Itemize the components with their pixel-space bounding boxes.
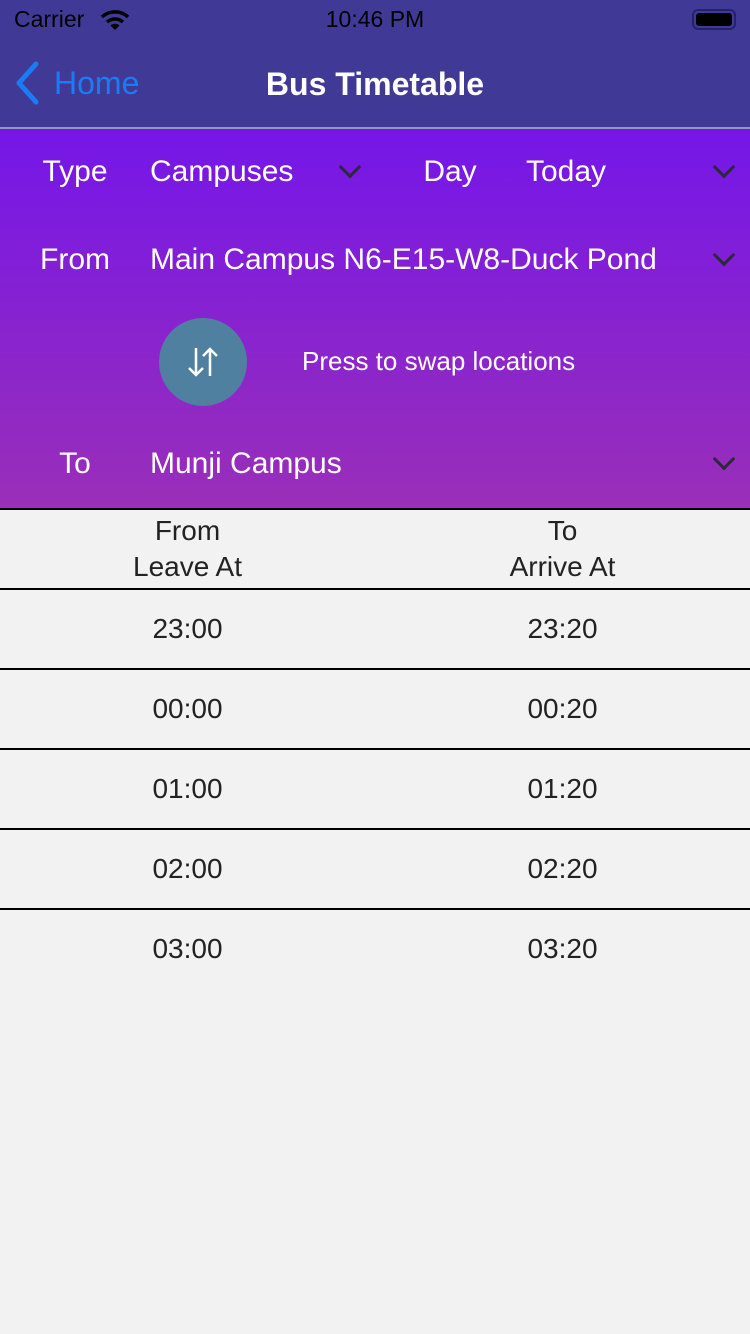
leave-time: 00:00 xyxy=(152,693,223,724)
header-arrive: To Arrive At xyxy=(375,513,750,585)
leave-time: 03:00 xyxy=(152,933,223,964)
type-value: Campuses xyxy=(150,155,294,188)
chevron-down-icon xyxy=(338,155,362,179)
header-line: To xyxy=(547,515,578,546)
table-row: 23:00 23:20 xyxy=(0,588,750,668)
table-row: 00:00 00:20 xyxy=(0,668,750,748)
timetable: From Leave At To Arrive At 23:00 23:20 00:00… xyxy=(0,508,750,988)
navigation-header: Carrier 10:46 PM Home Bus Timetable xyxy=(0,0,750,129)
day-value: Today xyxy=(526,155,607,188)
table-row: 02:00 02:20 xyxy=(0,828,750,908)
day-label: Day xyxy=(423,155,477,188)
chevron-down-icon xyxy=(712,447,736,471)
day-dropdown[interactable]: Today xyxy=(526,147,746,197)
header-leave: From Leave At xyxy=(0,513,375,585)
from-label: From xyxy=(40,243,110,276)
clock: 10:46 PM xyxy=(325,6,425,32)
swap-hint: Press to swap locations xyxy=(302,346,576,376)
arrive-time: 03:20 xyxy=(527,933,598,964)
from-value: Main Campus N6-E15-W8-Duck Pond xyxy=(150,243,657,276)
header-line: Arrive At xyxy=(509,551,616,582)
page-title: Bus Timetable xyxy=(265,66,485,102)
to-value: Munji Campus xyxy=(150,447,342,480)
to-label: To xyxy=(59,447,91,480)
swap-locations-button[interactable] xyxy=(159,318,247,406)
leave-time: 23:00 xyxy=(152,613,223,644)
battery-icon xyxy=(692,9,736,30)
header-line: Leave At xyxy=(133,551,242,582)
header-line: From xyxy=(154,515,221,546)
arrive-time: 02:20 xyxy=(527,853,598,884)
swap-arrows-icon xyxy=(188,347,218,377)
arrive-time: 00:20 xyxy=(527,693,598,724)
table-row: 03:00 03:20 xyxy=(0,908,750,988)
chevron-down-icon xyxy=(712,155,736,179)
arrive-time: 01:20 xyxy=(527,773,598,804)
leave-time: 01:00 xyxy=(152,773,223,804)
route-form: Type Campuses Day Today From Main Campus… xyxy=(0,129,750,509)
table-row: 01:00 01:20 xyxy=(0,748,750,828)
arrive-time: 23:20 xyxy=(527,613,598,644)
to-dropdown[interactable]: Munji Campus xyxy=(150,439,746,489)
table-header: From Leave At To Arrive At xyxy=(0,508,750,588)
type-dropdown[interactable]: Campuses xyxy=(150,147,370,197)
leave-time: 02:00 xyxy=(152,853,223,884)
chevron-down-icon xyxy=(712,243,736,267)
from-dropdown[interactable]: Main Campus N6-E15-W8-Duck Pond xyxy=(150,235,746,285)
type-label: Type xyxy=(42,155,108,188)
